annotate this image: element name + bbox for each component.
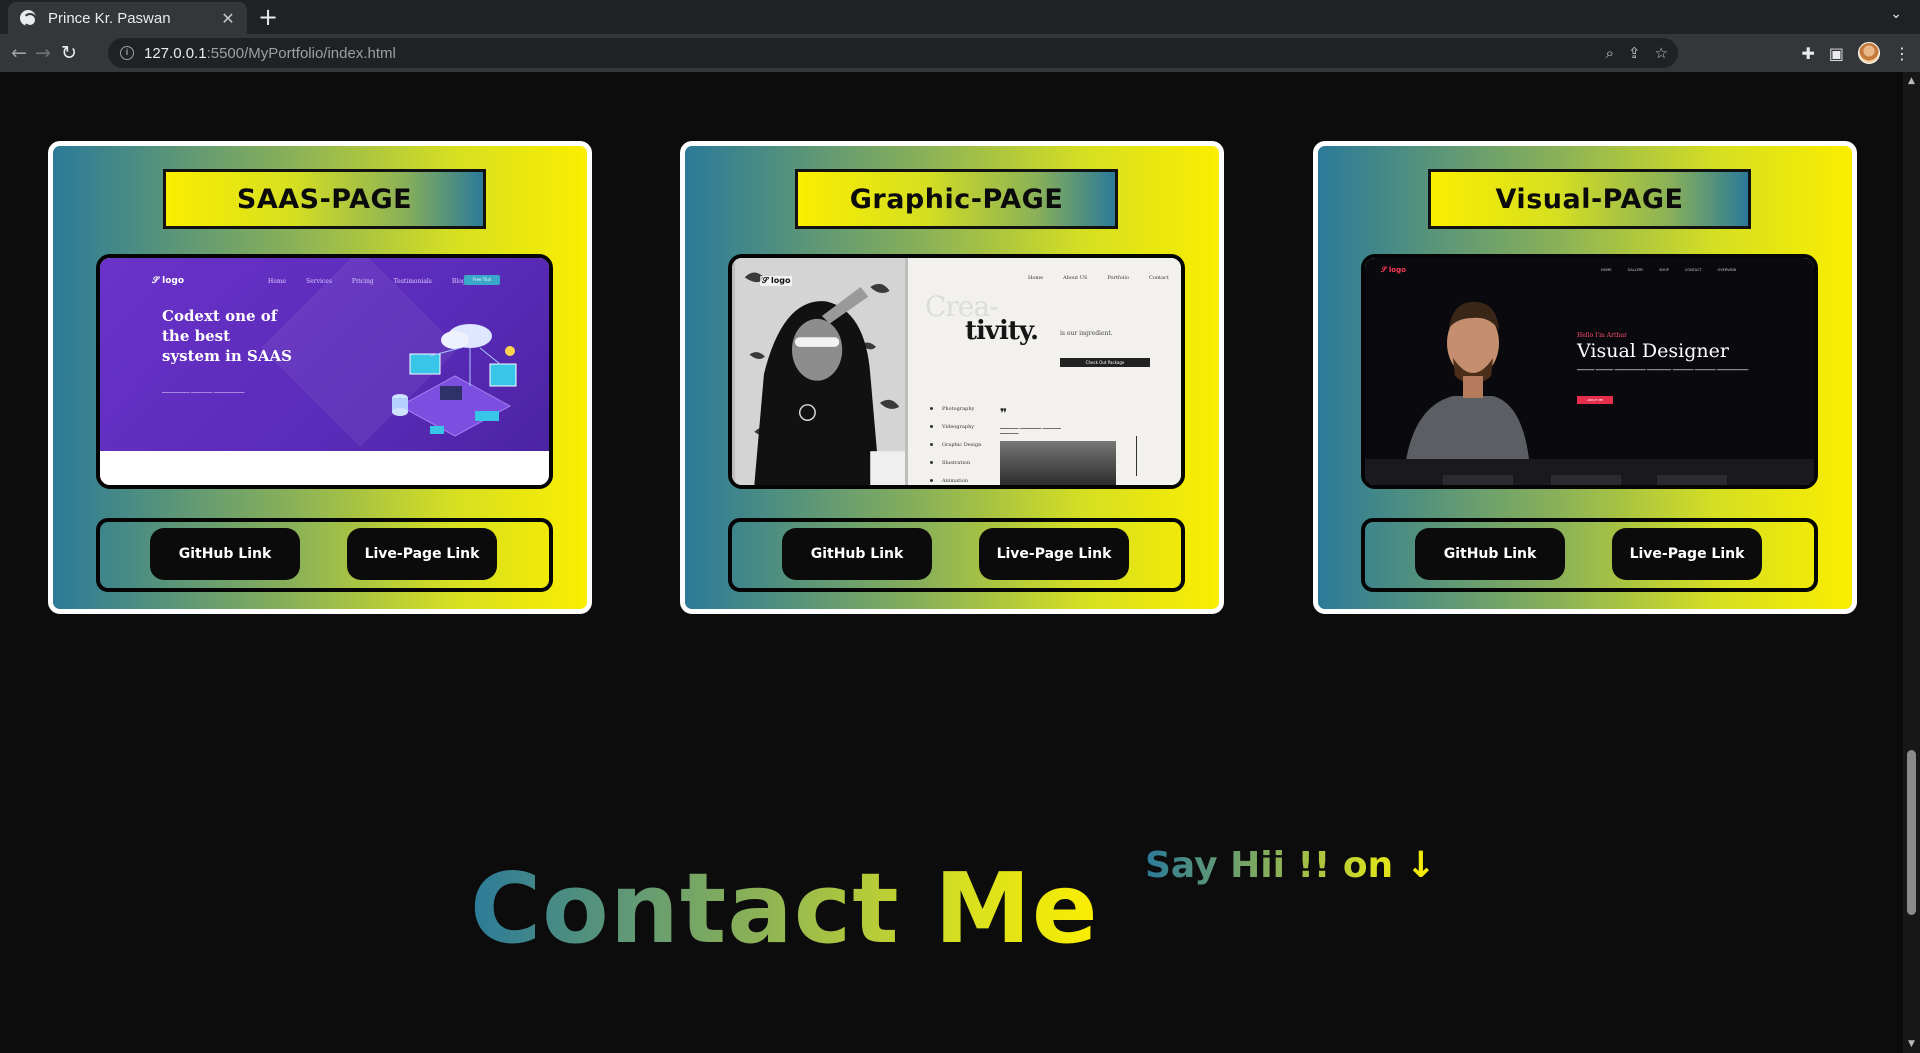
project-card-visual: Visual-PAGE 𝒮 logo HOME GALLERY SHOP CON… xyxy=(1313,141,1857,614)
project-title: SAAS-PAGE xyxy=(163,169,486,229)
preview-nav: HOME GALLERY SHOP CONTACT OVERVIEW xyxy=(1601,268,1737,272)
preview-headline: Codext one of the best system in SAAS xyxy=(162,307,292,365)
bookmark-star-icon[interactable]: ☆ xyxy=(1655,44,1668,62)
extensions-icon[interactable]: ✚ xyxy=(1801,44,1814,63)
back-icon[interactable]: ← xyxy=(8,42,30,64)
globe-icon xyxy=(20,10,37,27)
preview-services-list: Photography Videography Graphic Design I… xyxy=(930,406,981,485)
live-page-link-button[interactable]: Live-Page Link xyxy=(347,528,497,580)
project-card-graphic: Graphic-PAGE 𝒮 logo Home About US Portfo… xyxy=(680,141,1224,614)
browser-toolbar: ← → ↻ i 127.0.0.1:5500/MyPortfolio/index… xyxy=(0,34,1920,72)
preview-nav: Home About US Portfolio Contact xyxy=(1028,275,1169,281)
preview-logo: 𝒮 logo xyxy=(1381,266,1406,274)
github-link-button[interactable]: GitHub Link xyxy=(782,528,932,580)
preview-nav: Home Services Pricing Testimonials Blog xyxy=(268,278,466,285)
preview-subtext: ▁▁▁▁▁▁▁▁▁ ▁▁▁▁▁▁▁ ▁▁▁▁▁▁▁▁▁▁ xyxy=(162,388,245,393)
profile-avatar[interactable] xyxy=(1858,42,1880,64)
preview-greeting: Hello I'm Arthur xyxy=(1577,332,1627,339)
project-card-saas: SAAS-PAGE 𝒮 logo Home Services Pricing T… xyxy=(48,141,592,614)
preview-quote-text: ▁▁▁▁▁▁ ▁▁▁▁▁▁▁ ▁▁▁▁▁▁ ▁▁▁▁▁▁ xyxy=(1000,424,1061,434)
project-preview-image: 𝒮 logo Home About US Portfolio Contact C… xyxy=(728,254,1185,489)
close-tab-icon[interactable]: ✕ xyxy=(219,9,237,28)
side-panel-icon[interactable]: ▣ xyxy=(1829,44,1844,63)
page-viewport: SAAS-PAGE 𝒮 logo Home Services Pricing T… xyxy=(0,72,1903,1053)
preview-word-bottom: tivity. xyxy=(965,316,1039,346)
zoom-icon[interactable]: ⌕ xyxy=(1606,44,1614,62)
new-tab-icon[interactable]: + xyxy=(258,4,278,30)
address-bar[interactable]: i 127.0.0.1:5500/MyPortfolio/index.html … xyxy=(108,38,1678,68)
project-links: GitHub Link Live-Page Link xyxy=(96,518,553,592)
project-title: Graphic-PAGE xyxy=(795,169,1118,229)
preview-tagline: is our ingredient. xyxy=(1060,330,1113,337)
preview-package-button: Check Out Package xyxy=(1060,358,1150,367)
live-page-link-button[interactable]: Live-Page Link xyxy=(1612,528,1762,580)
tab-title: Prince Kr. Paswan xyxy=(48,9,171,27)
preview-trial-button: Free Trial xyxy=(464,275,500,285)
page-scrollbar[interactable]: ▲ ▼ xyxy=(1903,72,1920,1053)
reload-icon[interactable]: ↻ xyxy=(58,42,80,64)
scrollbar-thumb[interactable] xyxy=(1907,750,1916,915)
project-preview-image: 𝒮 logo HOME GALLERY SHOP CONTACT OVERVIE… xyxy=(1361,254,1818,489)
contact-heading: Contact Me xyxy=(470,852,1099,965)
tab-search-chevron-icon[interactable]: ⌄ xyxy=(1890,6,1902,22)
preview-logo: 𝒮 logo xyxy=(152,276,185,286)
browser-tab[interactable]: Prince Kr. Paswan ✕ xyxy=(8,2,247,34)
preview-bottom-strip xyxy=(1365,459,1814,485)
preview-logo: 𝒮 logo xyxy=(760,276,793,286)
live-page-link-button[interactable]: Live-Page Link xyxy=(979,528,1129,580)
site-info-icon[interactable]: i xyxy=(120,46,134,60)
preview-description: ▁▁▁▁▁ ▁▁▁▁▁ ▁▁▁▁▁▁▁▁▁ ▁▁▁▁▁▁▁ ▁▁▁▁▁▁ ▁▁▁… xyxy=(1577,366,1749,371)
portrait-photo xyxy=(732,258,908,485)
down-arrow-icon xyxy=(1136,436,1137,476)
preview-about-button: ABOUT ME xyxy=(1577,396,1613,404)
scroll-down-icon[interactable]: ▼ xyxy=(1903,1037,1920,1051)
quote-icon: ❞ xyxy=(1000,406,1008,420)
project-links: GitHub Link Live-Page Link xyxy=(728,518,1185,592)
project-preview-image: 𝒮 logo Home Services Pricing Testimonial… xyxy=(96,254,553,489)
say-hii-subheading: Say Hii !! on ↓ xyxy=(1145,845,1436,886)
share-icon[interactable]: ⇪ xyxy=(1628,44,1641,62)
portrait-photo xyxy=(1403,301,1531,485)
url-text[interactable]: 127.0.0.1:5500/MyPortfolio/index.html xyxy=(144,45,396,62)
forward-icon[interactable]: → xyxy=(32,42,54,64)
browser-menu-icon[interactable]: ⋮ xyxy=(1894,44,1910,63)
preview-dance-photo xyxy=(1000,441,1116,485)
scroll-up-icon[interactable]: ▲ xyxy=(1903,74,1920,88)
project-links: GitHub Link Live-Page Link xyxy=(1361,518,1818,592)
preview-heading: Visual Designer xyxy=(1577,340,1729,362)
isometric-illustration-icon xyxy=(392,324,517,437)
project-title: Visual-PAGE xyxy=(1428,169,1751,229)
github-link-button[interactable]: GitHub Link xyxy=(1415,528,1565,580)
browser-tab-bar: Prince Kr. Paswan ✕ + ⌄ xyxy=(0,0,1920,34)
github-link-button[interactable]: GitHub Link xyxy=(150,528,300,580)
